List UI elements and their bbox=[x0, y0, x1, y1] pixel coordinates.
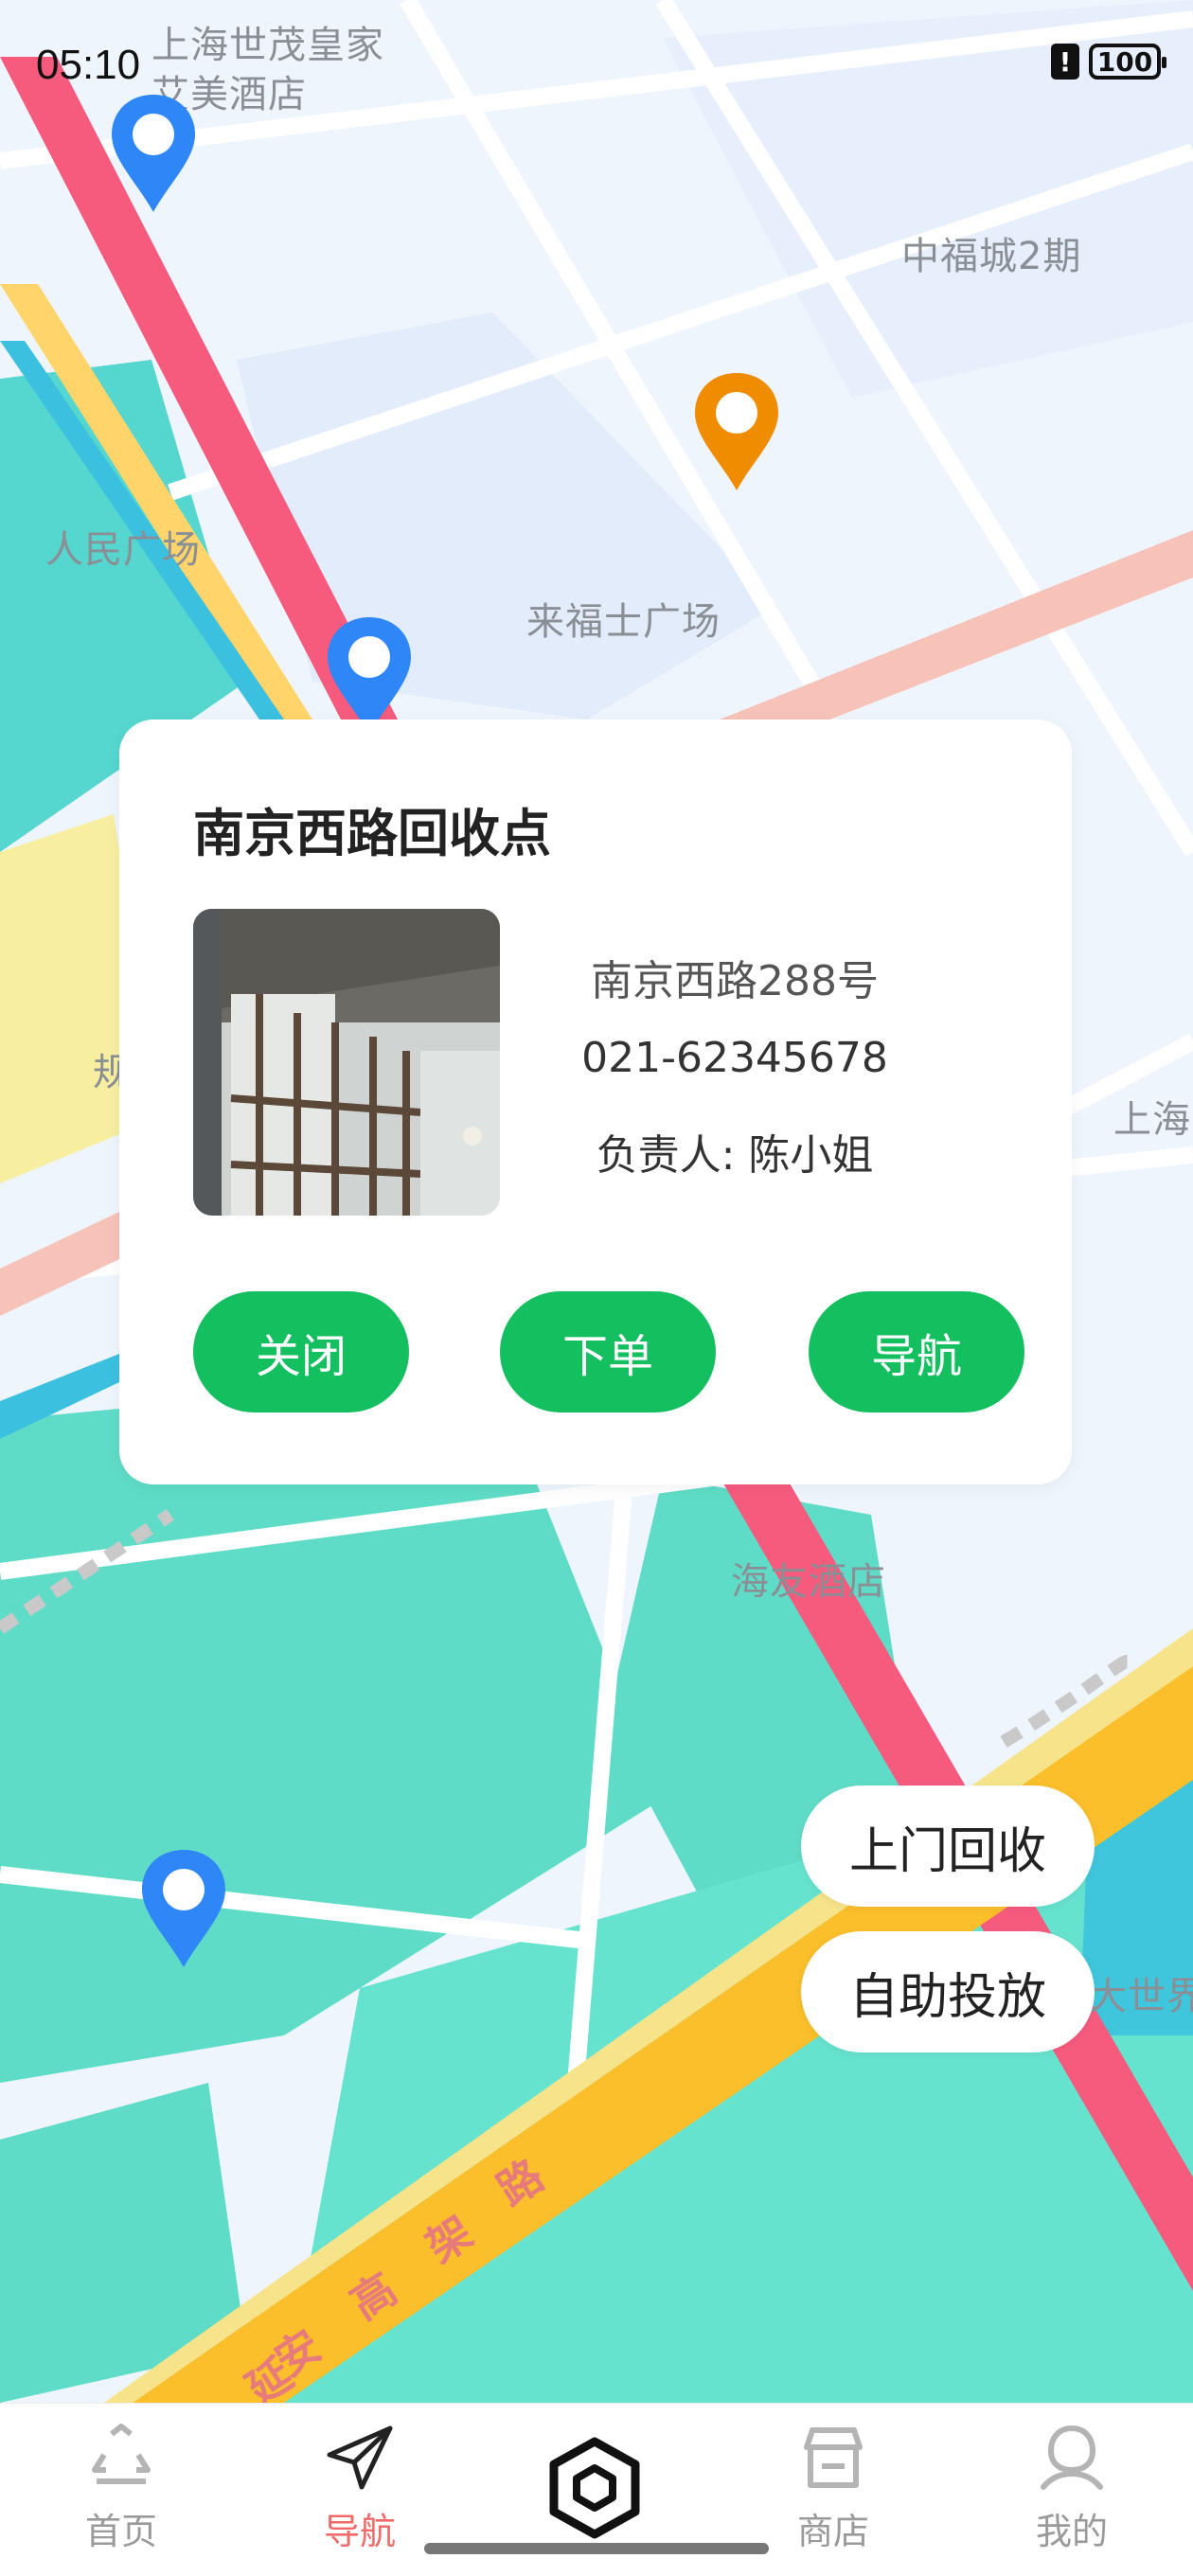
recycling-point-photo bbox=[193, 909, 500, 1216]
map-label-peoples-square: 人民广场 bbox=[45, 528, 201, 572]
address-text: 南京西路288号 bbox=[591, 957, 879, 1005]
status-time: 05:10 bbox=[36, 42, 141, 88]
tab-label: 导航 bbox=[323, 2511, 396, 2552]
tab-scan[interactable] bbox=[519, 2436, 670, 2540]
manager-text: 负责人: 陈小姐 bbox=[596, 1131, 874, 1180]
person-icon bbox=[1041, 2425, 1103, 2490]
map-label-shanghai-edge: 上海 bbox=[1113, 1098, 1191, 1142]
order-button[interactable]: 下单 bbox=[500, 1291, 716, 1412]
map-label-world-edge: 大世界 bbox=[1089, 1975, 1193, 2018]
battery-level: 100 bbox=[1096, 45, 1153, 78]
tab-store[interactable]: 商店 bbox=[757, 2421, 909, 2554]
tab-home[interactable]: 首页 bbox=[45, 2421, 197, 2554]
status-indicators: ! 100 bbox=[1051, 44, 1166, 80]
navigate-button[interactable]: 导航 bbox=[809, 1291, 1024, 1412]
store-icon bbox=[804, 2427, 863, 2488]
tab-navigation[interactable]: 导航 bbox=[284, 2421, 436, 2554]
alert-icon: ! bbox=[1051, 44, 1079, 80]
phone-text[interactable]: 021-62345678 bbox=[574, 1034, 896, 1082]
map-label-zhongfu: 中福城2期 bbox=[901, 235, 1082, 278]
paper-plane-icon bbox=[327, 2425, 393, 2490]
tab-label: 我的 bbox=[1035, 2511, 1108, 2552]
tab-mine[interactable]: 我的 bbox=[996, 2421, 1148, 2554]
home-indicator[interactable] bbox=[424, 2543, 769, 2554]
tab-label: 首页 bbox=[84, 2511, 157, 2552]
map-label-raffles: 来福士广场 bbox=[526, 600, 721, 644]
tab-label: 商店 bbox=[796, 2511, 869, 2552]
self-dropoff-button[interactable]: 自助投放 bbox=[801, 1931, 1095, 2052]
map-label-haiyou: 海友酒店 bbox=[731, 1560, 886, 1604]
recycle-icon bbox=[92, 2424, 151, 2484]
close-button[interactable]: 关闭 bbox=[193, 1291, 409, 1412]
map-pin-icon[interactable] bbox=[138, 1846, 229, 1971]
card-title: 南京西路回收点 bbox=[193, 804, 551, 863]
battery-icon: 100 bbox=[1089, 44, 1166, 80]
recycling-point-card: 南京西路回收点 南京西路288号 021-62345678 负责人: 陈小姐 关… bbox=[119, 720, 1072, 1484]
door-pickup-button[interactable]: 上门回收 bbox=[801, 1785, 1095, 1907]
map-pin-icon[interactable] bbox=[108, 91, 199, 216]
map-pin-selected-icon[interactable] bbox=[691, 369, 782, 494]
hexagon-scan-icon bbox=[549, 2437, 640, 2539]
